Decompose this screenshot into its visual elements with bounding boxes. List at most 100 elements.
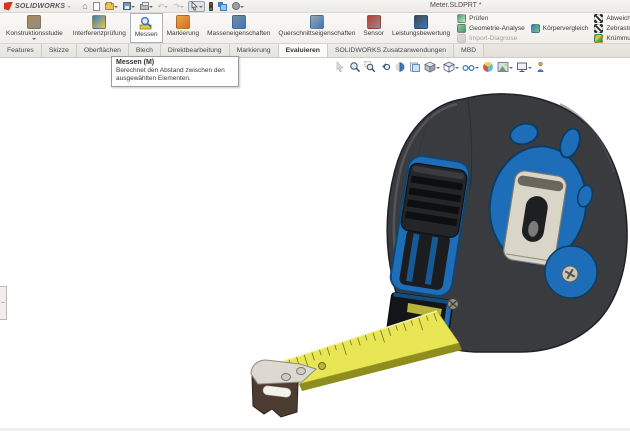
measure-icon bbox=[139, 16, 153, 30]
tab-features[interactable]: Features bbox=[0, 44, 42, 57]
display-style-button[interactable] bbox=[443, 61, 459, 73]
section-view-button[interactable] bbox=[394, 61, 406, 73]
save-icon bbox=[123, 2, 131, 10]
housing-screw bbox=[448, 299, 459, 310]
settings-gear-icon bbox=[232, 2, 240, 10]
tab-evaluieren[interactable]: Evaluieren bbox=[279, 44, 328, 57]
button-pruefen[interactable]: Prüfen bbox=[457, 14, 525, 23]
home-button[interactable]: ⌂ bbox=[81, 1, 88, 12]
button-konstruktionsstudie[interactable]: Konstruktionsstudie bbox=[2, 13, 67, 43]
redo-icon: ↷ bbox=[173, 1, 180, 12]
button-messen[interactable]: Messen bbox=[130, 13, 163, 43]
button-markierung[interactable]: Markierung bbox=[163, 13, 204, 43]
command-manager: Konstruktionsstudie Interferenzprüfung M… bbox=[0, 13, 630, 44]
rebuild-button[interactable] bbox=[208, 1, 214, 12]
button-koerpervergleich[interactable]: Körpervergleich bbox=[531, 24, 589, 33]
view-orientation-cube-icon bbox=[424, 61, 436, 73]
new-document-icon bbox=[93, 2, 100, 11]
view-orientation-button[interactable] bbox=[424, 61, 440, 73]
edit-appearance-button[interactable] bbox=[482, 61, 494, 73]
previous-view-button[interactable] bbox=[379, 61, 391, 73]
logo-expand-icon[interactable] bbox=[67, 6, 71, 10]
button-kruemmung[interactable]: Krümmung bbox=[594, 34, 630, 43]
button-zebrastreifen[interactable]: Zebrastreifen bbox=[594, 24, 630, 33]
save-button[interactable] bbox=[122, 1, 136, 12]
3d-drawing-view-button[interactable] bbox=[535, 61, 546, 73]
options-blocks-button[interactable] bbox=[217, 1, 228, 12]
zebra-stripes-icon bbox=[594, 24, 603, 33]
tab-skizze[interactable]: Skizze bbox=[42, 44, 77, 57]
undo-button[interactable]: ↶ bbox=[157, 1, 170, 12]
markup-icon bbox=[176, 15, 190, 29]
side-disc bbox=[545, 246, 597, 298]
select-arrow-icon bbox=[335, 61, 346, 73]
viewport[interactable] bbox=[0, 58, 630, 431]
tooltip-body: Berechnet den Abstand zwischen den ausge… bbox=[116, 67, 234, 83]
command-manager-tabs: Features Skizze Oberflächen Blech Direkt… bbox=[0, 44, 630, 58]
sensor-icon bbox=[367, 15, 381, 29]
open-button[interactable] bbox=[104, 1, 119, 12]
open-folder-icon bbox=[105, 3, 114, 10]
scene-icon bbox=[497, 61, 509, 73]
undo-icon: ↶ bbox=[158, 1, 165, 12]
home-icon: ⌂ bbox=[82, 1, 87, 12]
check-tools-stack: Prüfen Geometrie-Analyse Import-Diagnose bbox=[454, 13, 528, 43]
tab-mbd[interactable]: MBD bbox=[454, 44, 484, 57]
button-masseneigenschaften[interactable]: Masseneigenschaften bbox=[203, 13, 274, 43]
flyout-caret-icon[interactable] bbox=[32, 38, 36, 42]
solidworks-logo-icon bbox=[4, 2, 13, 11]
tape-measure-model[interactable] bbox=[0, 58, 630, 431]
feature-tree-collapsed-handle[interactable] bbox=[0, 286, 7, 320]
select-tool-button[interactable] bbox=[188, 1, 205, 12]
tab-solidworks-zusatzanwendungen[interactable]: SOLIDWORKS Zusatzanwendungen bbox=[328, 44, 454, 57]
settings-button[interactable] bbox=[231, 1, 245, 12]
section-properties-icon bbox=[310, 15, 324, 29]
button-abweichungsanalyse[interactable]: Abweichungsanalyse bbox=[594, 14, 630, 23]
button-querschnittseigenschaften[interactable]: Querschnittseigenschaften bbox=[274, 13, 359, 43]
button-import-diagnose: Import-Diagnose bbox=[457, 34, 525, 43]
mass-properties-icon bbox=[232, 15, 246, 29]
button-interferenzpruefung[interactable]: Interferenzprüfung bbox=[69, 13, 130, 43]
print-button[interactable] bbox=[139, 1, 154, 12]
apply-scene-button[interactable] bbox=[497, 61, 513, 73]
zoom-area-icon bbox=[364, 61, 376, 73]
design-study-icon bbox=[27, 15, 41, 29]
view-settings-button[interactable] bbox=[516, 61, 532, 73]
heads-up-toolbar bbox=[335, 61, 546, 73]
button-sensor[interactable]: Sensor bbox=[359, 13, 388, 43]
title-bar: SOLIDWORKS ⌂ ↶ ↷ Meter.SLDPRT * bbox=[0, 0, 630, 13]
button-geometrie-analyse[interactable]: Geometrie-Analyse bbox=[457, 24, 525, 33]
zoom-area-button[interactable] bbox=[364, 61, 376, 73]
redo-button[interactable]: ↷ bbox=[172, 1, 185, 12]
tooltip-title: Messen (M) bbox=[116, 59, 234, 66]
import-diagnostics-icon bbox=[457, 34, 466, 43]
solidworks-logo-text: SOLIDWORKS bbox=[15, 3, 65, 10]
geometry-analysis-icon bbox=[457, 24, 466, 33]
hide-show-items-button[interactable] bbox=[462, 61, 479, 73]
performance-evaluation-icon bbox=[414, 15, 428, 29]
button-leistungsbewertung[interactable]: Leistungsbewertung bbox=[388, 13, 454, 43]
options-blocks-icon bbox=[218, 2, 227, 11]
solidworks-window: SOLIDWORKS ⌂ ↶ ↷ Meter.SLDPRT * Konstruk… bbox=[0, 0, 630, 431]
solidworks-logo: SOLIDWORKS bbox=[4, 2, 71, 11]
previous-view-icon bbox=[379, 61, 391, 73]
monitor-icon bbox=[516, 61, 528, 73]
deviation-analysis-icon bbox=[594, 14, 603, 23]
analysis-stack-1: Abweichungsanalyse Zebrastreifen Krümmun… bbox=[591, 13, 630, 43]
rebuild-stoplight-icon bbox=[209, 2, 213, 11]
zoom-fit-button[interactable] bbox=[349, 61, 361, 73]
display-style-icon bbox=[443, 61, 455, 73]
curvature-icon bbox=[594, 34, 603, 43]
new-document-button[interactable] bbox=[92, 1, 101, 12]
annotation-views-button[interactable] bbox=[409, 61, 421, 73]
quick-access-toolbar: ⌂ ↶ ↷ bbox=[81, 1, 245, 12]
body-compare-group: Körpervergleich bbox=[528, 13, 592, 43]
print-icon bbox=[140, 4, 149, 10]
select-arrow-icon bbox=[190, 1, 199, 11]
zoom-fit-icon bbox=[349, 61, 361, 73]
interference-check-icon bbox=[92, 15, 106, 29]
drawing-view-figure-icon bbox=[535, 61, 546, 73]
select-arrow-tool[interactable] bbox=[335, 61, 346, 73]
section-view-icon bbox=[394, 61, 406, 73]
document-title: Meter.SLDPRT * bbox=[430, 2, 482, 9]
